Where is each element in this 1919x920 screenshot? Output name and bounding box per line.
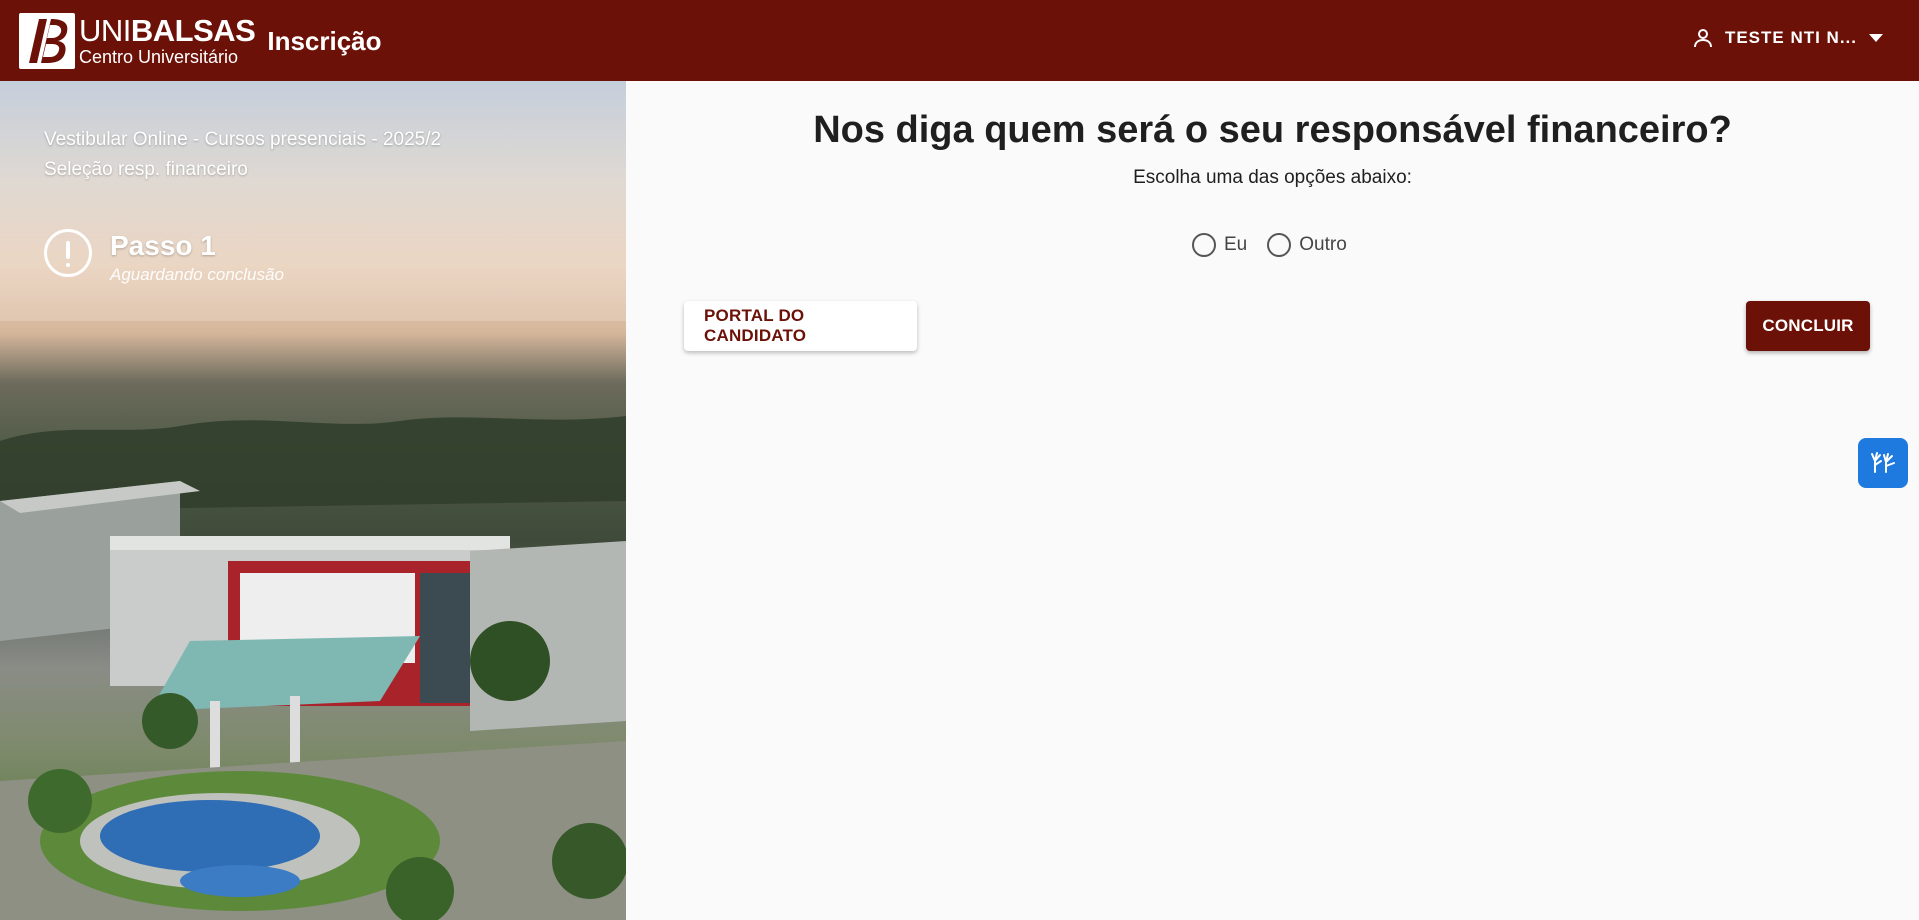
unibalsas-logo[interactable]: UNI BALSAS Centro Universitário (19, 12, 256, 69)
unibalsas-logo-mark (19, 12, 75, 69)
financial-responsible-options: Eu Outro (1192, 233, 1347, 257)
step-status: Aguardando conclusão (110, 265, 284, 284)
option-outro[interactable]: Outro (1267, 233, 1347, 257)
user-icon (1693, 28, 1713, 48)
user-menu-button[interactable]: TESTE NTI N... (1693, 28, 1883, 48)
process-title-line2: Seleção resp. financeiro (44, 159, 248, 180)
user-name: TESTE NTI N... (1724, 28, 1857, 47)
banner-overlay (0, 81, 626, 321)
main-content: Nos diga quem será o seu responsável fin… (626, 81, 1919, 920)
portal-do-candidato-button[interactable]: PORTAL DO CANDIDATO (684, 301, 917, 351)
caret-down-icon (1869, 34, 1883, 42)
app-title: Inscrição (267, 26, 382, 56)
logo-subtitle: Centro Universitário (79, 47, 239, 67)
step-label: Passo 1 (110, 230, 216, 261)
campus-banner: Vestibular Online - Cursos presenciais -… (0, 81, 626, 920)
option-outro-label: Outro (1299, 234, 1347, 255)
sign-language-hands-icon (1868, 446, 1898, 481)
process-title-line1: Vestibular Online - Cursos presenciais -… (44, 129, 442, 150)
page-question: Nos diga quem será o seu responsável fin… (813, 109, 1732, 151)
process-title: Vestibular Online - Cursos presenciais -… (44, 125, 604, 185)
logo-balsas-text: BALSAS (130, 13, 256, 48)
accessibility-widget-button[interactable] (1858, 438, 1908, 488)
option-eu-label: Eu (1224, 234, 1248, 255)
logo-uni-text: UNI (79, 13, 131, 48)
instruction-text: Escolha uma das opções abaixo: (1133, 167, 1412, 188)
step-indicator: Passo 1 Aguardando conclusão (44, 229, 284, 285)
top-header: UNI BALSAS Centro Universitário Inscrição… (0, 0, 1919, 81)
concluir-button[interactable]: CONCLUIR (1746, 301, 1870, 351)
option-eu[interactable]: Eu (1192, 233, 1247, 257)
radio-button-eu[interactable] (1192, 233, 1216, 257)
radio-button-outro[interactable] (1267, 233, 1292, 257)
exclamation-circle-icon (44, 229, 92, 277)
